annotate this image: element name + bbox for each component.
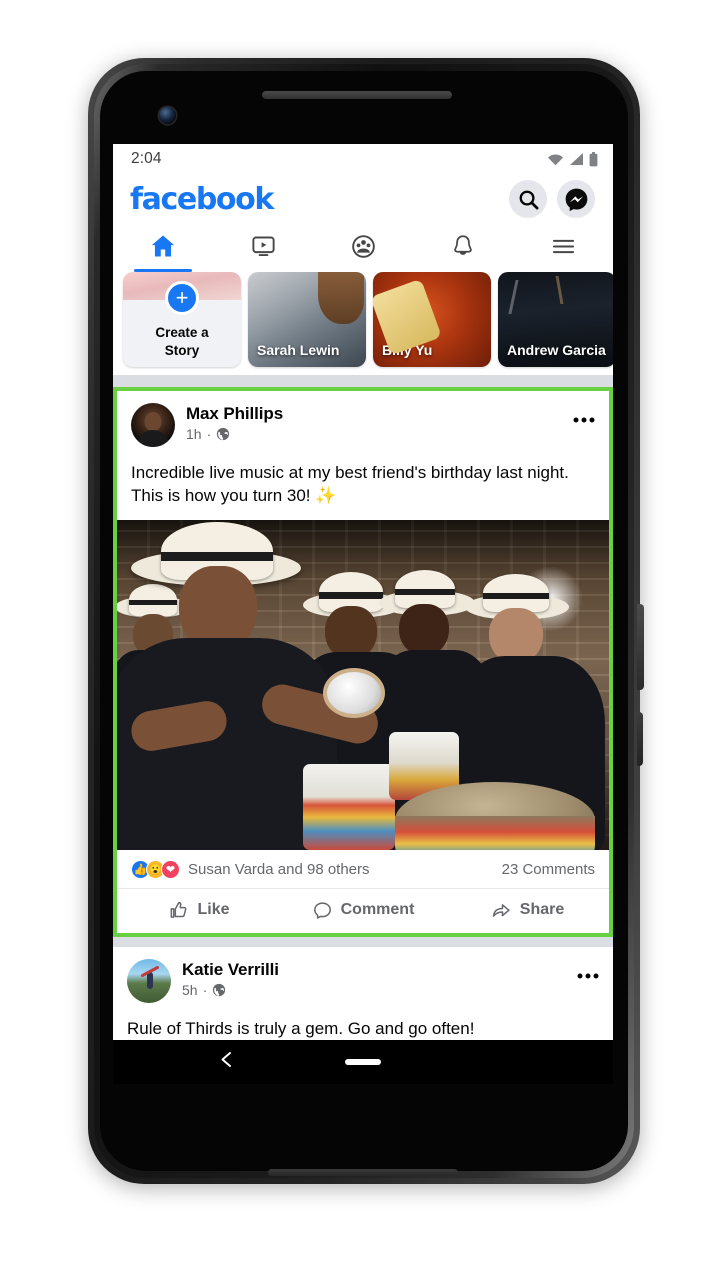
comment-button-label: Comment [340, 901, 415, 919]
power-button[interactable] [637, 604, 644, 690]
post-photo[interactable] [117, 519, 609, 850]
like-button-label: Like [197, 901, 230, 919]
story-card[interactable]: Billy Yu [373, 272, 491, 367]
screenshot-root: 2:04 facebook + Create a Story Sarah Lew… [0, 0, 726, 1280]
facebook-tab-bar [113, 226, 613, 272]
story-card[interactable]: Sarah Lewin [248, 272, 366, 367]
home-gesture-pill[interactable] [345, 1059, 381, 1065]
post-meta-separator: · [202, 981, 208, 998]
tab-groups[interactable] [313, 226, 413, 272]
messenger-icon [565, 188, 587, 211]
stories-tray: + Create a Story Sarah Lewin Billy Yu An… [113, 272, 613, 375]
header-action-buttons [509, 180, 595, 218]
share-button-label: Share [519, 901, 565, 919]
earpiece-speaker-grille [262, 91, 452, 99]
facebook-logo[interactable]: facebook [130, 182, 274, 217]
reaction-icons: 👍 😮 ❤ [131, 859, 180, 879]
like-button[interactable]: Like [117, 889, 281, 933]
back-chevron-glyph [221, 1051, 231, 1067]
avatar[interactable] [131, 403, 175, 447]
post-submeta: 1h · [186, 426, 573, 442]
post-card[interactable]: Katie Verrilli 5h · Rule of Thirds is tr… [113, 946, 613, 1052]
post-more-options-button[interactable] [573, 403, 595, 423]
tab-watch[interactable] [213, 226, 313, 272]
drum-snare [303, 763, 395, 850]
battery-icon [589, 151, 598, 166]
globe-icon [217, 427, 230, 441]
story-card[interactable]: Andrew Garcia [498, 272, 613, 367]
love-reaction-icon: ❤ [161, 859, 180, 879]
reactions-summary[interactable]: 👍 😮 ❤ Susan Varda and 98 others [131, 859, 370, 879]
status-bar: 2:04 [113, 144, 613, 174]
facebook-app-header: facebook [113, 174, 613, 226]
post-author-meta: Max Phillips 1h · [186, 403, 573, 442]
story-author-label: Billy Yu [382, 341, 433, 358]
drum-surdo-shell [395, 815, 595, 850]
feed-separator [113, 375, 613, 387]
comment-button[interactable]: Comment [281, 889, 445, 933]
bottom-speaker-grille [268, 1169, 458, 1176]
home-icon [151, 235, 175, 257]
tab-notifications[interactable] [413, 226, 513, 272]
post-action-row: Like Comment Share [117, 889, 609, 933]
feed-separator [113, 936, 613, 947]
plus-icon: + [165, 281, 199, 315]
globe-icon [213, 983, 226, 996]
reaction-summary-text: Susan Varda and 98 others [188, 860, 370, 878]
post-header: Katie Verrilli 5h · [113, 947, 613, 1009]
avatar[interactable] [127, 958, 171, 1003]
front-camera-icon [159, 107, 176, 124]
share-button[interactable]: Share [445, 889, 609, 933]
drum-tambourine [323, 667, 385, 718]
messenger-button[interactable] [557, 180, 595, 218]
wifi-icon [548, 154, 563, 166]
post-reactions-row: 👍 😮 ❤ Susan Varda and 98 others 23 Comme… [117, 850, 609, 889]
story-author-label: Andrew Garcia [507, 341, 606, 358]
tab-menu[interactable] [513, 226, 613, 272]
story-author-label: Sarah Lewin [257, 341, 340, 358]
post-meta-separator: · [206, 426, 212, 442]
story-create-card[interactable]: + Create a Story [123, 272, 241, 367]
share-arrow-icon [492, 903, 510, 917]
search-icon [519, 190, 538, 209]
bell-icon [454, 235, 472, 255]
hamburger-menu-icon [552, 239, 574, 253]
post-timestamp: 5h [182, 981, 198, 998]
post-author-name[interactable]: Katie Verrilli [182, 960, 577, 980]
story-create-label-line2: Story [164, 343, 200, 359]
post-card-highlighted[interactable]: Max Phillips 1h · Incredible live music … [113, 387, 613, 937]
post-author-meta: Katie Verrilli 5h · [182, 959, 577, 998]
groups-icon [351, 234, 375, 258]
post-body-text: Incredible live music at my best friend'… [131, 463, 569, 506]
ellipsis-icon [573, 417, 595, 423]
back-chevron-icon[interactable] [218, 1050, 235, 1075]
status-bar-clock: 2:04 [131, 150, 162, 167]
tab-home[interactable] [113, 226, 213, 272]
post-submeta: 5h · [182, 982, 577, 998]
post-author-name[interactable]: Max Phillips [186, 404, 573, 424]
post-header: Max Phillips 1h · [117, 391, 609, 453]
video-play-icon [251, 236, 275, 256]
status-bar-icons [547, 151, 598, 167]
phone-screen: 2:04 facebook + Create a Story Sarah Lew… [113, 144, 613, 1084]
thumbs-up-icon [171, 901, 187, 918]
post-more-options-button[interactable] [577, 959, 599, 979]
story-create-label: Create a Story [123, 324, 241, 360]
system-navigation-bar [113, 1040, 613, 1084]
ellipsis-icon [577, 973, 599, 979]
comment-count-label[interactable]: 23 Comments [502, 861, 595, 878]
post-timestamp: 1h [186, 426, 202, 442]
stories-row[interactable]: + Create a Story Sarah Lewin Billy Yu An… [113, 272, 613, 367]
search-button[interactable] [509, 180, 547, 218]
cellular-signal-icon [570, 153, 583, 165]
comment-bubble-icon [313, 901, 331, 919]
story-create-label-line1: Create a [155, 325, 209, 341]
volume-button[interactable] [637, 712, 643, 766]
